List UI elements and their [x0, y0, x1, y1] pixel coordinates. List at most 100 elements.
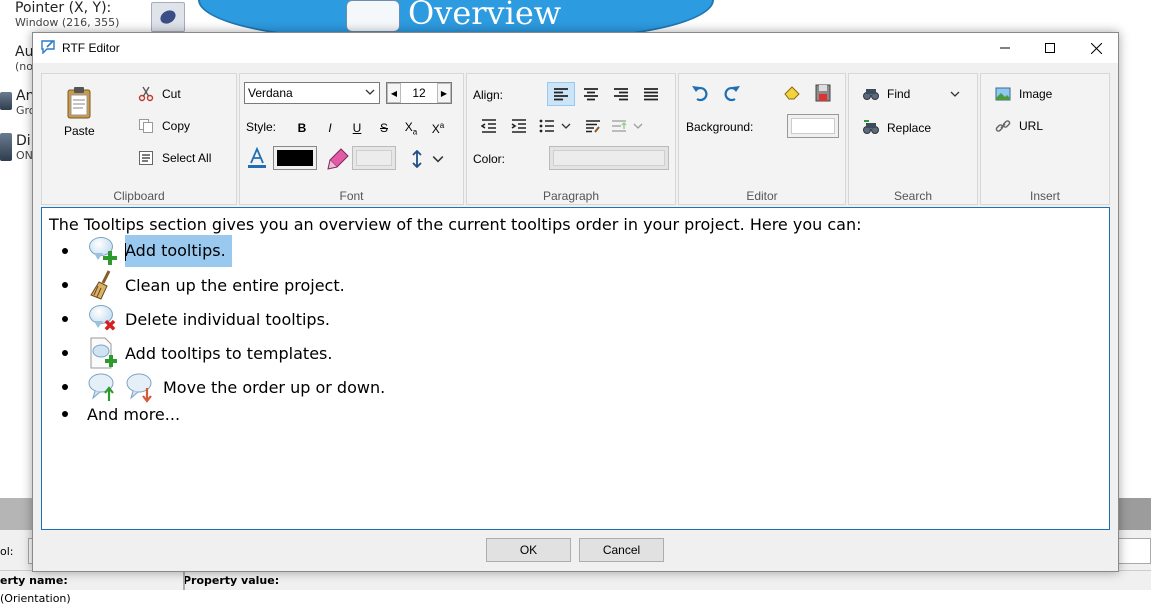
background-row-4[interactable]: Di ON [0, 133, 33, 163]
paste-icon [67, 87, 91, 119]
font-size-stepper[interactable]: ◀ 12 ▶ [386, 82, 452, 104]
highlighter-icon [327, 148, 349, 170]
align-justify-button[interactable] [637, 82, 665, 106]
select-all-button[interactable]: Select All [138, 150, 211, 166]
font-group: Verdana ◀ 12 ▶ Style: B I U S Xa Xa Font [239, 73, 464, 205]
background-toolbar-label: ol: [0, 545, 14, 558]
align-right-icon [614, 88, 628, 101]
insert-image-button[interactable]: Image [995, 86, 1052, 102]
list-item: Add tooltips. [62, 234, 385, 268]
paste-button[interactable]: Paste [64, 86, 95, 138]
paragraph-group: Align: Color: Paragraph [466, 73, 676, 205]
superscript-button[interactable]: Xa [427, 118, 449, 138]
line-spacing-icon [412, 150, 422, 168]
cancel-button[interactable]: Cancel [579, 538, 664, 562]
list-item: Add tooltips to templates. [62, 336, 385, 370]
paste-label: Paste [64, 124, 95, 138]
overview-icon [346, 0, 400, 32]
indent-button[interactable] [505, 114, 533, 138]
align-right-button[interactable] [607, 82, 635, 106]
list-item: And more... [62, 404, 385, 424]
font-family-select[interactable]: Verdana [244, 82, 380, 104]
subscript-button[interactable]: Xa [400, 118, 422, 138]
clipboard-group: Paste Cut Copy Select All Clipboard [41, 73, 237, 205]
pointer-button[interactable] [151, 2, 185, 32]
find-button[interactable]: Find [863, 86, 960, 102]
background-row-4-sub: ON [16, 149, 33, 162]
font-color-button[interactable] [247, 147, 267, 169]
add-tooltip-icon [87, 235, 119, 267]
background-band-right [1118, 498, 1151, 530]
rich-text-editor[interactable]: The Tooltips section gives you an overvi… [41, 207, 1110, 530]
list-item: Move the order up or down. [62, 370, 385, 404]
close-button[interactable] [1073, 33, 1119, 63]
list-item-text: Clean up the entire project. [125, 275, 345, 295]
redo-button[interactable] [723, 84, 741, 102]
paragraph-color-picker[interactable] [549, 146, 669, 170]
background-row-2[interactable]: Au (no [0, 44, 33, 74]
editor-group-label: Editor [746, 189, 778, 203]
line-spacing-button[interactable] [410, 150, 444, 168]
cut-button[interactable]: Cut [138, 86, 181, 102]
list-item: ✖ Delete individual tooltips. [62, 302, 385, 336]
chevron-down-icon [365, 89, 375, 95]
align-left-button[interactable] [547, 82, 575, 106]
insert-url-label: URL [1019, 119, 1044, 133]
undo-button[interactable] [691, 84, 709, 102]
maximize-button[interactable] [1027, 33, 1073, 63]
paragraph-spacing-button[interactable] [607, 114, 647, 138]
background-row-3-icon [0, 92, 12, 110]
title-bar[interactable]: RTF Editor [33, 33, 1118, 63]
background-color-picker[interactable] [787, 114, 839, 138]
bullet-dot [62, 350, 68, 356]
background-row-2-label: Au [15, 44, 34, 60]
chevron-down-icon [633, 123, 643, 129]
paragraph-format-button[interactable] [579, 114, 607, 138]
background-label: Background: [686, 120, 754, 134]
minimize-button[interactable] [982, 33, 1028, 63]
bullet-list-icon [539, 119, 554, 133]
copy-label: Copy [162, 119, 191, 133]
insert-url-button[interactable]: URL [995, 118, 1043, 134]
italic-button[interactable]: I [319, 118, 341, 138]
highlight-button[interactable] [326, 147, 350, 171]
replace-label: Replace [887, 121, 932, 135]
background-row-3[interactable]: An Gro [0, 88, 36, 118]
delete-tooltip-icon: ✖ [87, 303, 119, 335]
search-group-label: Search [893, 189, 933, 203]
outdent-button[interactable] [475, 114, 503, 138]
highlight-color-swatch[interactable] [352, 146, 396, 170]
cut-label: Cut [162, 87, 181, 101]
align-center-button[interactable] [577, 82, 605, 106]
font-color-swatch[interactable] [273, 146, 317, 170]
superscript-icon: Xa [431, 120, 445, 136]
ok-button[interactable]: OK [486, 538, 571, 562]
binoculars-icon [863, 89, 879, 100]
save-button[interactable] [815, 84, 831, 102]
strikethrough-button[interactable]: S [373, 118, 395, 138]
paragraph-group-label: Paragraph [542, 189, 600, 203]
bullet-dot [62, 316, 68, 322]
intro-text: The Tooltips section gives you an overvi… [49, 215, 862, 234]
font-size-increase-button[interactable]: ▶ [437, 83, 451, 103]
font-size-decrease-button[interactable]: ◀ [387, 83, 401, 103]
paragraph-spacing-icon [612, 120, 627, 132]
underline-button[interactable]: U [346, 118, 368, 138]
bold-button[interactable]: B [291, 118, 313, 138]
maximize-icon [1045, 43, 1055, 53]
outdent-icon [481, 119, 496, 133]
eraser-button[interactable] [783, 84, 801, 102]
background-toolbar-field-right[interactable] [1117, 538, 1151, 564]
rtf-editor-icon [41, 40, 55, 54]
insert-group-label: Insert [1029, 189, 1060, 203]
bullet-list-button[interactable] [535, 114, 575, 138]
property-grid-row[interactable]: (Orientation) [0, 590, 1151, 604]
copy-button[interactable]: Copy [138, 118, 190, 134]
pointer-info: Pointer (X, Y): Window (216, 355) [0, 0, 119, 30]
align-left-icon [554, 88, 568, 101]
copy-icon [139, 119, 153, 133]
clipboard-group-label: Clipboard [113, 189, 165, 203]
replace-button[interactable]: Replace [863, 120, 931, 136]
paragraph-format-icon [586, 120, 600, 133]
select-all-icon [139, 151, 153, 165]
